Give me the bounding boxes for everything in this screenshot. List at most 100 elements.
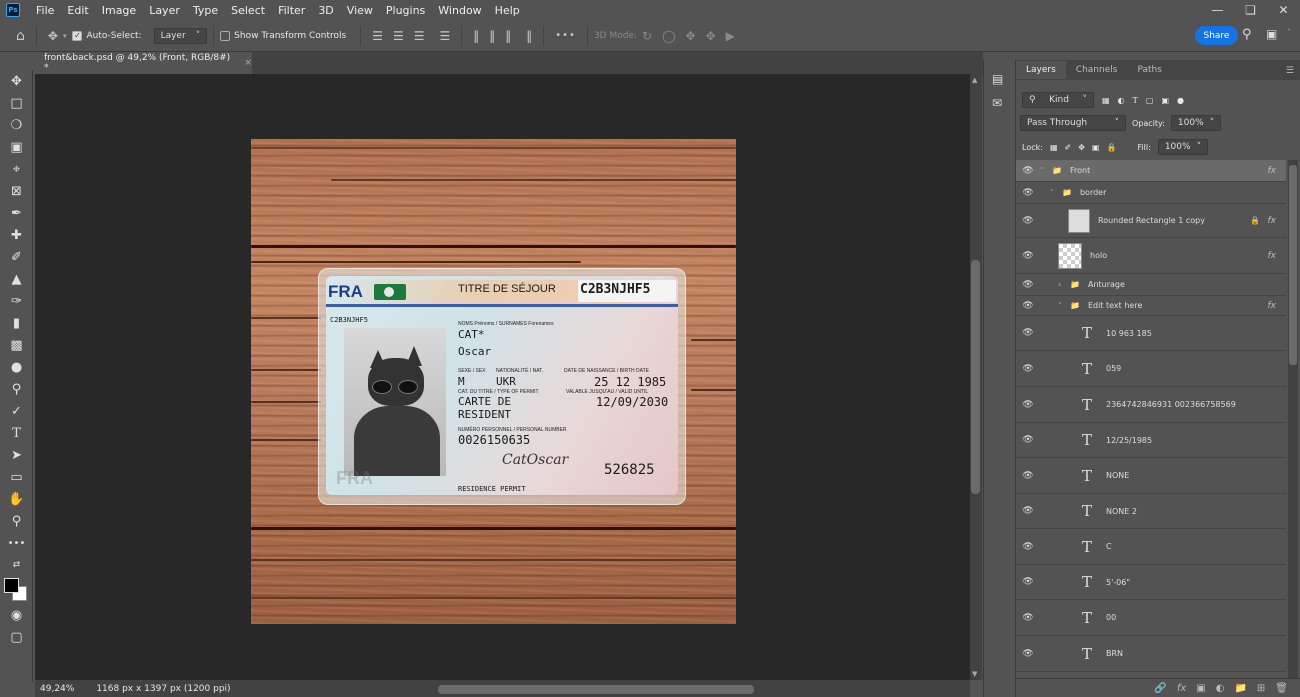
dodge-tool-icon[interactable]: ⚲ (0, 378, 33, 400)
visibility-eye-icon[interactable]: 👁 (1016, 577, 1040, 587)
visibility-eye-icon[interactable]: 👁 (1016, 506, 1040, 516)
foreground-color-swatch[interactable] (4, 578, 19, 593)
quick-mask-icon[interactable]: ◉ (0, 604, 33, 626)
adjustment-layer-icon[interactable]: ◐ (1216, 683, 1225, 694)
layer-row-text[interactable]: 👁 T 12/25/1985 (1016, 423, 1286, 458)
menu-3d[interactable]: 3D (311, 4, 339, 17)
align-middle-icon[interactable]: ‖ (489, 29, 495, 43)
chevron-down-icon[interactable]: ˅ (1287, 28, 1291, 37)
color-swatches[interactable] (0, 576, 33, 604)
visibility-eye-icon[interactable]: 👁 (1016, 471, 1040, 481)
visibility-eye-icon[interactable]: 👁 (1016, 364, 1040, 374)
menu-file[interactable]: File (29, 4, 60, 17)
fx-icon[interactable]: fx (1268, 166, 1277, 176)
brush-tool-icon[interactable]: ✐ (0, 246, 33, 268)
restore-icon[interactable]: ❏ (1234, 0, 1267, 20)
auto-select-dropdown[interactable]: Layer ˅ (153, 27, 208, 44)
vertical-scrollbar-thumb[interactable] (971, 260, 980, 494)
layer-row-text[interactable]: 👁 T 10 963 185 (1016, 316, 1286, 351)
visibility-eye-icon[interactable]: 👁 (1016, 280, 1040, 290)
layer-row-text[interactable]: 👁 T NONE (1016, 458, 1286, 494)
fx-icon[interactable]: fx (1268, 251, 1277, 261)
horizontal-scrollbar-thumb[interactable] (438, 685, 754, 694)
fill-field[interactable]: 100% ˅ (1157, 139, 1209, 155)
move-tool-icon[interactable]: ✥ (0, 70, 33, 92)
filter-smart-object-icon[interactable]: ▣ (1161, 96, 1169, 105)
visibility-eye-icon[interactable]: 👁 (1016, 613, 1040, 623)
filter-type-icon[interactable]: T (1133, 96, 1138, 105)
lock-all-icon[interactable]: 🔒 (1106, 143, 1116, 152)
zoom-tool-icon[interactable]: ⚲ (0, 510, 33, 532)
close-icon[interactable]: ✕ (1267, 0, 1300, 20)
blend-mode-dropdown[interactable]: Pass Through ˅ (1020, 115, 1126, 131)
visibility-eye-icon[interactable]: 👁 (1016, 435, 1040, 445)
add-mask-icon[interactable]: ▣ (1196, 683, 1205, 694)
move-tool-icon[interactable]: ✥ (48, 29, 58, 43)
lock-position-icon[interactable]: ✥ (1078, 143, 1085, 152)
delete-layer-icon[interactable]: 🗑 (1275, 683, 1288, 694)
share-button[interactable]: Share (1195, 26, 1238, 45)
visibility-eye-icon[interactable]: 👁 (1016, 166, 1040, 176)
pen-tool-icon[interactable]: ✓ (0, 400, 33, 422)
lasso-tool-icon[interactable]: ❍ (0, 114, 33, 136)
frame-tool-icon[interactable]: ⊠ (0, 180, 33, 202)
search-icon[interactable]: ⚲ (1242, 27, 1252, 42)
menu-type[interactable]: Type (186, 4, 224, 17)
visibility-eye-icon[interactable]: 👁 (1016, 188, 1040, 198)
menu-window[interactable]: Window (431, 4, 487, 17)
minimize-icon[interactable]: — (1201, 0, 1234, 20)
opacity-field[interactable]: 100% ˅ (1170, 115, 1222, 131)
rectangle-tool-icon[interactable]: ▭ (0, 466, 33, 488)
eraser-tool-icon[interactable]: ▮ (0, 312, 33, 334)
fx-icon[interactable]: fx (1268, 216, 1277, 226)
layer-row-rounded-rectangle[interactable]: 👁 Rounded Rectangle 1 copy 🔒 fx (1016, 204, 1286, 238)
layer-row-holo[interactable]: 👁 holo fx (1016, 238, 1286, 274)
menu-layer[interactable]: Layer (142, 4, 186, 17)
align-right-icon[interactable]: ☰ (414, 29, 425, 43)
scroll-down-arrow-icon[interactable]: ▼ (972, 670, 977, 678)
edit-toolbar-icon[interactable]: ••• (0, 532, 33, 554)
history-brush-tool-icon[interactable]: ✑ (0, 290, 33, 312)
distribute-horizontal-icon[interactable]: ‖ (526, 29, 532, 43)
gradient-tool-icon[interactable]: ▩ (0, 334, 33, 356)
menu-view[interactable]: View (340, 4, 379, 17)
add-style-icon[interactable]: fx (1177, 683, 1186, 694)
new-group-icon[interactable]: 📁 (1234, 683, 1246, 694)
blur-tool-icon[interactable]: ● (0, 356, 33, 378)
new-layer-icon[interactable]: ⊞ (1257, 683, 1265, 694)
more-options-icon[interactable]: ••• (555, 30, 576, 41)
menu-edit[interactable]: Edit (60, 4, 94, 17)
link-layers-icon[interactable]: 🔗 (1154, 683, 1166, 694)
visibility-eye-icon[interactable]: 👁 (1016, 328, 1040, 338)
path-select-tool-icon[interactable]: ➤ (0, 444, 33, 466)
close-tab-icon[interactable]: × (244, 58, 252, 68)
layer-row-text[interactable]: 👁 T 059 (1016, 351, 1286, 387)
layer-row-anturage[interactable]: 👁 › 📁 Anturage (1016, 274, 1286, 296)
show-transform-checkbox[interactable] (220, 30, 231, 41)
clone-stamp-tool-icon[interactable]: ▲ (0, 268, 33, 290)
layer-row-text[interactable]: 👁 T C (1016, 529, 1286, 565)
menu-select[interactable]: Select (224, 4, 271, 17)
visibility-eye-icon[interactable]: 👁 (1016, 301, 1040, 311)
visibility-eye-icon[interactable]: 👁 (1016, 216, 1040, 226)
layer-row-front[interactable]: 👁 ˅ 📁 Front fx (1016, 160, 1286, 182)
chevron-down-icon[interactable]: ˅ (1040, 167, 1050, 175)
menu-image[interactable]: Image (95, 4, 142, 17)
align-left-icon[interactable]: ☰ (372, 29, 383, 43)
layers-scrollbar-thumb[interactable] (1289, 165, 1297, 365)
layer-row-border[interactable]: 👁 ˅ 📁 border (1016, 182, 1286, 204)
align-bottom-icon[interactable]: ‖ (505, 29, 511, 43)
lock-pixels-icon[interactable]: ✐ (1065, 143, 1072, 152)
auto-select-checkbox[interactable]: ✓ (72, 30, 83, 41)
document-tab[interactable]: front&back.psd @ 49,2% (Front, RGB/8#) *… (35, 52, 252, 74)
healing-brush-tool-icon[interactable]: ✚ (0, 224, 33, 246)
home-icon[interactable]: ⌂ (16, 28, 25, 44)
zoom-level[interactable]: 49,24% (40, 684, 74, 694)
panel-menu-icon[interactable]: ☰ (1286, 66, 1294, 76)
scroll-up-arrow-icon[interactable]: ▲ (972, 76, 977, 84)
filter-kind-dropdown[interactable]: ⚲ Kind ˅ (1022, 92, 1094, 108)
filter-toggle-icon[interactable]: ● (1177, 96, 1184, 105)
layer-row-text[interactable]: 👁 T NONE 2 (1016, 494, 1286, 529)
layer-row-text[interactable]: 👁 T 00 (1016, 600, 1286, 636)
object-select-tool-icon[interactable]: ▣ (0, 136, 33, 158)
